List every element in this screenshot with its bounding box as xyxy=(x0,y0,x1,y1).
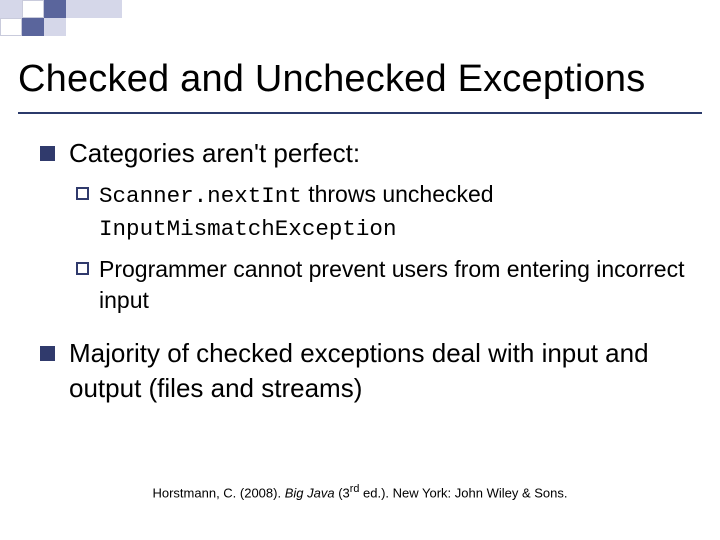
title-underline xyxy=(18,112,702,114)
slide-title: Checked and Unchecked Exceptions xyxy=(18,58,645,101)
bullet-text: Majority of checked exceptions deal with… xyxy=(69,336,690,406)
citation-footer: Horstmann, C. (2008). Big Java (3rd ed.)… xyxy=(0,483,720,500)
bullet-level2: Scanner.nextInt throws unchecked InputMi… xyxy=(76,179,690,244)
code-text: Scanner.nextInt xyxy=(99,183,302,209)
bullet-text: Categories aren't perfect: xyxy=(69,136,360,171)
code-text: InputMismatchException xyxy=(99,216,396,242)
bullet-level1: Categories aren't perfect: xyxy=(40,136,690,171)
bullet-level1: Majority of checked exceptions deal with… xyxy=(40,336,690,406)
hollow-square-bullet-icon xyxy=(76,187,89,200)
hollow-square-bullet-icon xyxy=(76,262,89,275)
slide-corner-decoration xyxy=(0,0,168,36)
bullet-text: Scanner.nextInt throws unchecked InputMi… xyxy=(99,179,690,244)
square-bullet-icon xyxy=(40,146,55,161)
bullet-level2: Programmer cannot prevent users from ent… xyxy=(76,254,690,316)
square-bullet-icon xyxy=(40,346,55,361)
bullet-text: Programmer cannot prevent users from ent… xyxy=(99,254,690,316)
slide-body: Categories aren't perfect: Scanner.nextI… xyxy=(40,136,690,414)
